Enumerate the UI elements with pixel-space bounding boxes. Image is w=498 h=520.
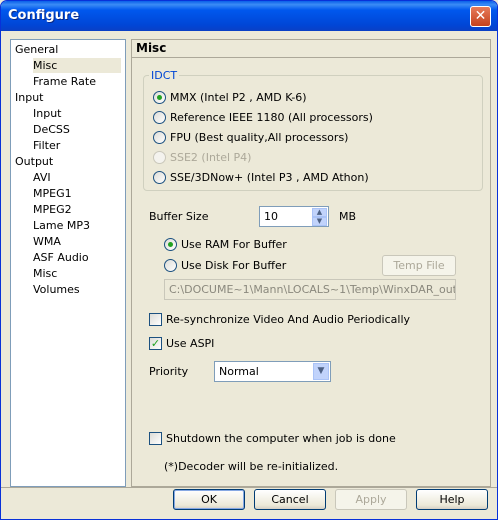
tree-item[interactable]: Misc (33, 266, 121, 281)
checkbox-box[interactable] (149, 313, 162, 326)
radio-dot[interactable] (153, 171, 166, 184)
temp-path-field[interactable]: C:\DOCUME~1\Mann\LOCALS~1\Temp\WinxDAR_o… (164, 279, 456, 300)
tree-item[interactable]: MPEG1 (33, 186, 121, 201)
radio-dot (153, 151, 166, 164)
close-button[interactable]: ✕ (470, 6, 491, 27)
radio-dot[interactable] (164, 238, 177, 251)
tree-item[interactable]: DeCSS (33, 122, 121, 137)
resync-label: Re-synchronize Video And Audio Periodica… (166, 313, 411, 326)
buffer-size-spinner[interactable]: 10 ▲ ▼ (259, 206, 329, 227)
tree-item[interactable]: MPEG2 (33, 202, 121, 217)
panel-title: Misc (136, 41, 167, 55)
idct-option-label: SSE/3DNow+ (Intel P3 , AMD Athon) (170, 171, 369, 184)
buffer-unit-label: MB (339, 210, 357, 223)
radio-dot[interactable] (153, 131, 166, 144)
panel-header: Misc (132, 40, 490, 58)
chevron-down-icon[interactable]: ▼ (313, 363, 329, 380)
ok-button[interactable]: OK (173, 489, 245, 510)
tree-item[interactable]: Filter (33, 138, 121, 153)
temp-file-button[interactable]: Temp File (382, 255, 456, 276)
idct-option-label: FPU (Best quality,All processors) (170, 131, 349, 144)
idct-option-label: MMX (Intel P2 , AMD K-6) (170, 91, 307, 104)
title-bar[interactable]: Configure ✕ (1, 1, 497, 31)
buffer-size-value: 10 (264, 210, 278, 223)
radio-dot[interactable] (153, 111, 166, 124)
tree-item[interactable]: Input (33, 106, 121, 121)
idct-option-label: SSE2 (Intel P4) (170, 151, 252, 164)
footer-divider (1, 487, 497, 488)
priority-value: Normal (219, 365, 259, 378)
checkbox-box[interactable] (149, 432, 162, 445)
tree-item[interactable]: Frame Rate (33, 74, 121, 89)
priority-select[interactable]: Normal ▼ (214, 361, 331, 382)
radio-dot[interactable] (164, 259, 177, 272)
spin-down-icon[interactable]: ▼ (312, 217, 327, 226)
priority-label: Priority (149, 365, 189, 378)
use-ram-label: Use RAM For Buffer (181, 238, 287, 251)
spin-up-icon[interactable]: ▲ (312, 208, 327, 217)
shutdown-label: Shutdown the computer when job is done (166, 432, 396, 445)
idct-group-label: IDCT (149, 69, 180, 82)
tree-item[interactable]: ASF Audio (33, 250, 121, 265)
cancel-button[interactable]: Cancel (254, 489, 326, 510)
tree-item[interactable]: Input (15, 90, 123, 105)
decoder-note: (*)Decoder will be re-initialized. (164, 460, 339, 473)
idct-option-label: Reference IEEE 1180 (All processors) (170, 111, 373, 124)
radio-dot[interactable] (153, 91, 166, 104)
category-tree[interactable]: General Misc Frame Rate Input Input DeCSS Filt… (10, 39, 126, 487)
tree-item[interactable]: AVI (33, 170, 121, 185)
configure-dialog: Configure ✕ General Misc Frame Rate Input In… (0, 0, 498, 520)
tree-item[interactable]: General (15, 42, 123, 57)
window-title: Configure (8, 8, 80, 23)
apply-button[interactable]: Apply (335, 489, 407, 510)
use-aspi-label: Use ASPI (166, 337, 215, 350)
tree-item[interactable]: Lame MP3 (33, 218, 121, 233)
checkbox-box[interactable]: ✓ (149, 337, 162, 350)
tree-item[interactable]: Misc (33, 58, 121, 73)
tree-item[interactable]: Output (15, 154, 123, 169)
use-disk-label: Use Disk For Buffer (181, 259, 287, 272)
buffer-size-label: Buffer Size (149, 210, 209, 223)
tree-item[interactable]: WMA (33, 234, 121, 249)
tree-item[interactable]: Volumes (33, 282, 121, 297)
help-button[interactable]: Help (416, 489, 488, 510)
